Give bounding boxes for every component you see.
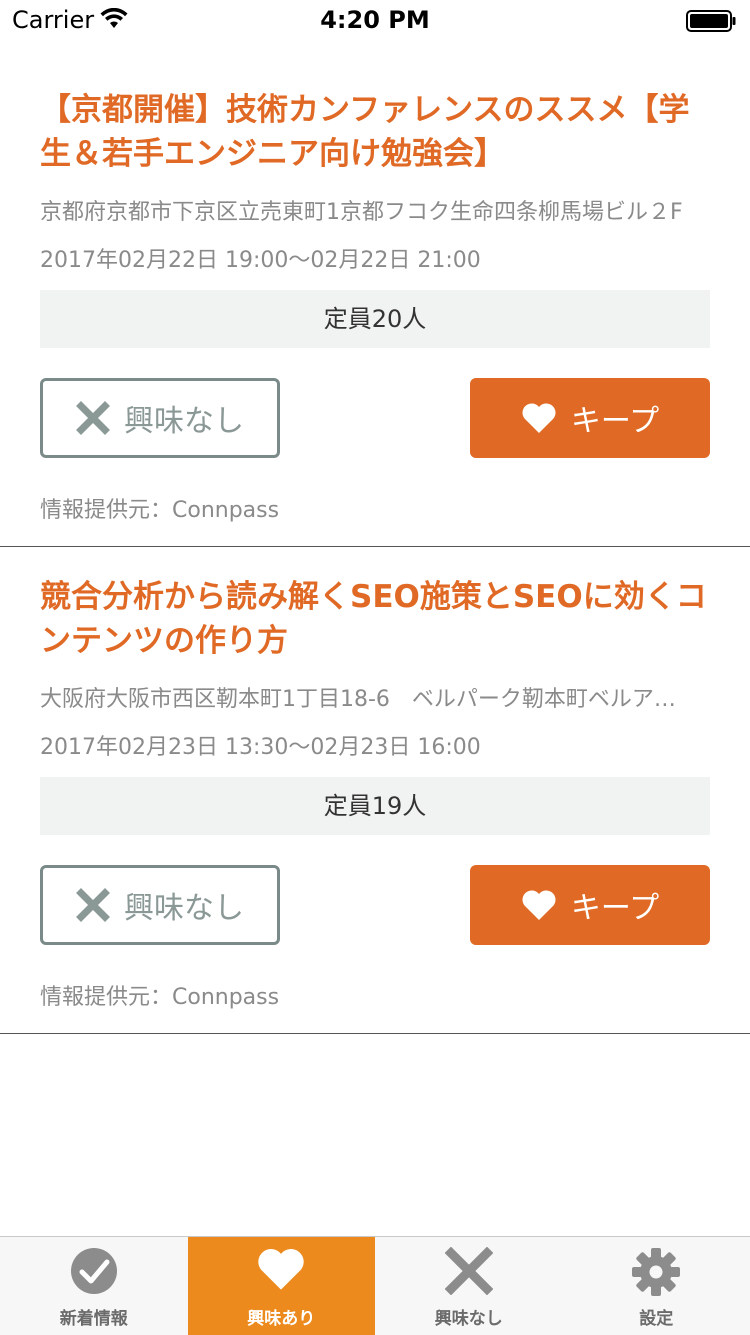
tab-new[interactable]: 新着情報 xyxy=(0,1237,188,1335)
not-interested-button[interactable]: 興味なし xyxy=(40,378,280,458)
not-interested-button[interactable]: 興味なし xyxy=(40,865,280,945)
x-icon xyxy=(76,888,110,922)
event-card: 競合分析から読み解くSEO施策とSEOに効くコンテンツの作り方 大阪府大阪市西区… xyxy=(0,547,750,1034)
event-datetime: 2017年02月23日 13:30〜02月23日 16:00 xyxy=(40,729,710,761)
gear-icon xyxy=(631,1247,681,1297)
heart-icon xyxy=(521,402,557,434)
action-row: 興味なし キープ xyxy=(40,865,710,945)
event-feed[interactable]: 【京都開催】技術カンファレンスのススメ【学生＆若手エンジニア向け勉強会】 京都府… xyxy=(0,60,750,1034)
capacity-badge: 定員19人 xyxy=(40,777,710,835)
not-interested-label: 興味なし xyxy=(124,396,244,440)
source-label: 情報提供元：Connpass xyxy=(40,492,710,524)
heart-icon xyxy=(256,1247,306,1291)
tab-bar: 新着情報 興味あり 興味なし 設定 xyxy=(0,1236,750,1335)
tab-label: 新着情報 xyxy=(0,1304,188,1329)
event-location: 大阪府大阪市西区靭本町1丁目18-6 ベルパーク靭本町ベルア… xyxy=(40,681,710,713)
event-title[interactable]: 【京都開催】技術カンファレンスのススメ【学生＆若手エンジニア向け勉強会】 xyxy=(40,88,710,176)
keep-label: キープ xyxy=(571,883,659,927)
clock: 4:20 PM xyxy=(0,6,750,34)
tab-label: 設定 xyxy=(563,1304,750,1329)
keep-button[interactable]: キープ xyxy=(470,865,710,945)
heart-icon xyxy=(521,889,557,921)
event-location: 京都府京都市下京区立売東町1京都フコク生命四条柳馬場ビル２F xyxy=(40,194,710,226)
event-title[interactable]: 競合分析から読み解くSEO施策とSEOに効くコンテンツの作り方 xyxy=(40,575,710,663)
event-card: 【京都開催】技術カンファレンスのススメ【学生＆若手エンジニア向け勉強会】 京都府… xyxy=(0,60,750,547)
keep-button[interactable]: キープ xyxy=(470,378,710,458)
status-bar: Carrier 4:20 PM xyxy=(0,0,750,40)
tab-label: 興味あり xyxy=(188,1304,376,1329)
x-icon xyxy=(76,401,110,435)
x-icon xyxy=(445,1247,493,1295)
battery-icon xyxy=(686,10,736,32)
action-row: 興味なし キープ xyxy=(40,378,710,458)
tab-interested[interactable]: 興味あり xyxy=(188,1237,376,1335)
tab-label: 興味なし xyxy=(375,1304,563,1329)
event-datetime: 2017年02月22日 19:00〜02月22日 21:00 xyxy=(40,242,710,274)
keep-label: キープ xyxy=(571,396,659,440)
check-circle-icon xyxy=(70,1247,118,1295)
source-label: 情報提供元：Connpass xyxy=(40,979,710,1011)
capacity-badge: 定員20人 xyxy=(40,290,710,348)
not-interested-label: 興味なし xyxy=(124,883,244,927)
tab-settings[interactable]: 設定 xyxy=(563,1237,750,1335)
tab-not-interested[interactable]: 興味なし xyxy=(375,1237,563,1335)
